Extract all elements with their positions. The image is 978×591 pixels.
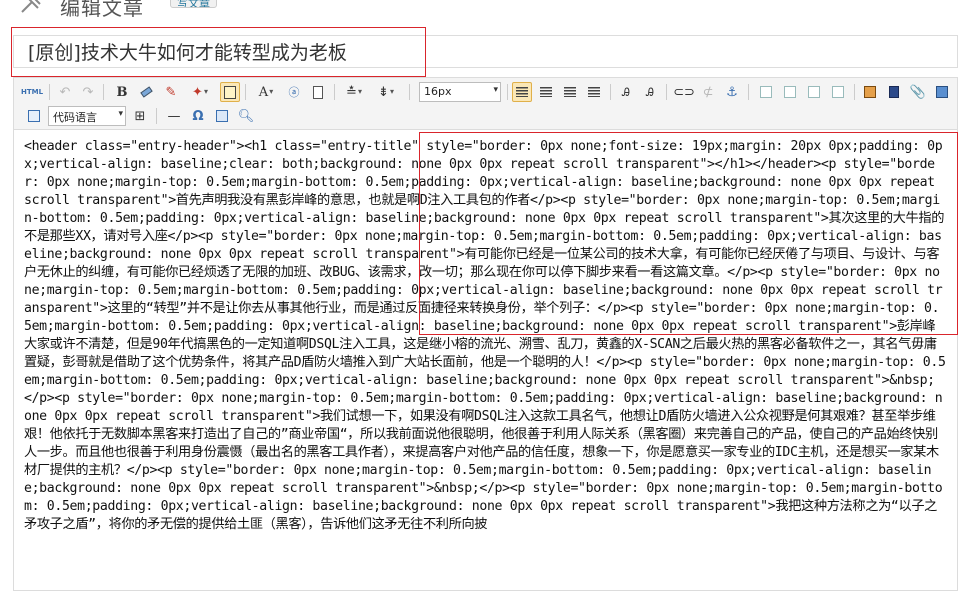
video-icon[interactable] xyxy=(884,82,904,102)
map-icon[interactable] xyxy=(932,82,952,102)
toolbar-separator xyxy=(334,84,335,100)
toolbar-separator xyxy=(748,84,749,100)
pushpin-icon xyxy=(21,0,41,13)
emoticon-icon[interactable] xyxy=(212,106,232,126)
toolbar-separator xyxy=(409,84,410,100)
align-left-icon[interactable] xyxy=(512,82,532,102)
image-center-icon[interactable] xyxy=(828,82,848,102)
post-editor: HTML ↶ ↷ B ✎ ✦ A ⓐ ≛ ⇟ 16px ▾ xyxy=(13,77,958,591)
font-size-select[interactable]: 16px ▾ xyxy=(419,82,501,102)
link-icon[interactable]: ⊂⊃ xyxy=(673,82,695,102)
chevron-down-icon: ▾ xyxy=(118,109,123,119)
toolbar-separator xyxy=(156,108,157,124)
toolbar-separator xyxy=(245,84,246,100)
toolbar-separator xyxy=(103,84,104,100)
insert-table-icon[interactable]: ⊞ xyxy=(130,106,150,126)
toolbar-separator xyxy=(49,84,50,100)
line-height-icon[interactable]: ≛ xyxy=(340,82,368,102)
image-icon[interactable] xyxy=(860,82,880,102)
align-center-icon[interactable] xyxy=(536,82,556,102)
image-none-icon[interactable] xyxy=(780,82,800,102)
paste-icon[interactable] xyxy=(220,82,240,102)
toolbar-separator xyxy=(610,84,611,100)
horizontal-rule-icon[interactable]: — xyxy=(164,106,184,126)
image-right-icon[interactable] xyxy=(804,82,824,102)
editor-toolbar: HTML ↶ ↷ B ✎ ✦ A ⓐ ≛ ⇟ 16px ▾ xyxy=(14,78,957,130)
search-replace-icon[interactable]: 🔍︎ xyxy=(236,106,256,126)
toolbar-separator xyxy=(666,84,667,100)
code-icon[interactable] xyxy=(24,106,44,126)
special-character-icon[interactable]: Ω xyxy=(188,106,208,126)
undo-icon[interactable]: ↶ xyxy=(55,82,75,102)
post-title-field[interactable] xyxy=(13,35,958,68)
unlink-icon[interactable]: ⊄ xyxy=(698,82,718,102)
add-new-post-button[interactable]: 写文章 xyxy=(170,0,217,8)
paragraph-spacing-icon[interactable]: ⇟ xyxy=(372,82,400,102)
text-highlight-icon[interactable]: ⓐ xyxy=(284,82,304,102)
code-language-value: 代码语言 xyxy=(53,111,97,124)
align-right-icon[interactable] xyxy=(560,82,580,102)
special-format-icon[interactable]: ✦ xyxy=(186,82,214,102)
document-icon[interactable] xyxy=(308,82,328,102)
page-header: 编辑文章 写文章 xyxy=(0,0,978,22)
anchor-icon[interactable]: ⚓ xyxy=(722,82,742,102)
text-direction-rtl-icon[interactable]: Ꭿ xyxy=(640,82,660,102)
image-left-icon[interactable] xyxy=(756,82,776,102)
html-source-button[interactable]: HTML xyxy=(20,82,44,102)
format-painter-icon[interactable]: ✎ xyxy=(161,82,181,102)
code-language-select[interactable]: 代码语言 ▾ xyxy=(48,106,126,126)
toolbar-separator xyxy=(854,84,855,100)
redo-icon[interactable]: ↷ xyxy=(78,82,98,102)
chevron-down-icon: ▾ xyxy=(493,85,498,95)
align-justify-icon[interactable] xyxy=(584,82,604,102)
bold-button[interactable]: B xyxy=(112,82,132,102)
editor-content-area[interactable]: <header class="entry-header"><h1 class="… xyxy=(24,138,946,588)
post-title-input[interactable] xyxy=(14,36,957,67)
eraser-icon[interactable] xyxy=(136,82,156,102)
font-size-value: 16px xyxy=(424,85,452,98)
page-title: 编辑文章 xyxy=(60,0,144,20)
text-color-button[interactable]: A xyxy=(252,82,280,102)
attachment-icon[interactable]: 📎 xyxy=(908,82,928,102)
toolbar-separator xyxy=(507,84,508,100)
text-direction-ltr-icon[interactable]: Ꭿ xyxy=(616,82,636,102)
